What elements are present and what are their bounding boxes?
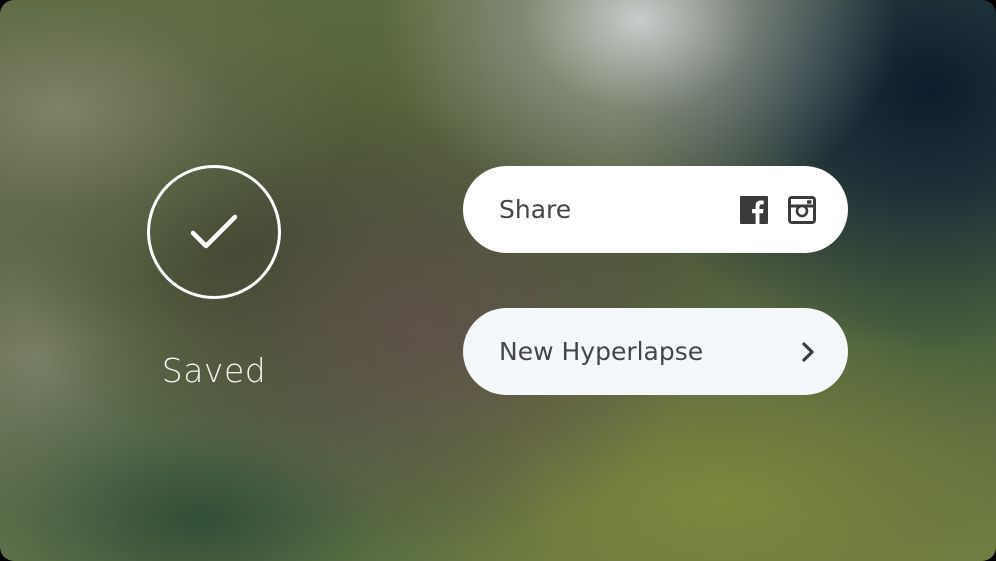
checkmark-icon (189, 212, 239, 252)
share-label: Share (499, 195, 572, 224)
saved-label: Saved (161, 351, 267, 390)
saved-check-circle (147, 165, 281, 299)
chevron-right-icon (800, 341, 816, 363)
saved-status: Saved (146, 165, 282, 390)
instagram-icon[interactable] (788, 195, 816, 224)
new-hyperlapse-label: New Hyperlapse (499, 337, 704, 366)
new-hyperlapse-button[interactable]: New Hyperlapse (463, 308, 848, 395)
share-button[interactable]: Share (463, 166, 848, 253)
facebook-icon[interactable] (740, 195, 768, 224)
share-targets (740, 195, 816, 224)
completion-screen: Saved Share New Hyperlapse (0, 0, 996, 561)
